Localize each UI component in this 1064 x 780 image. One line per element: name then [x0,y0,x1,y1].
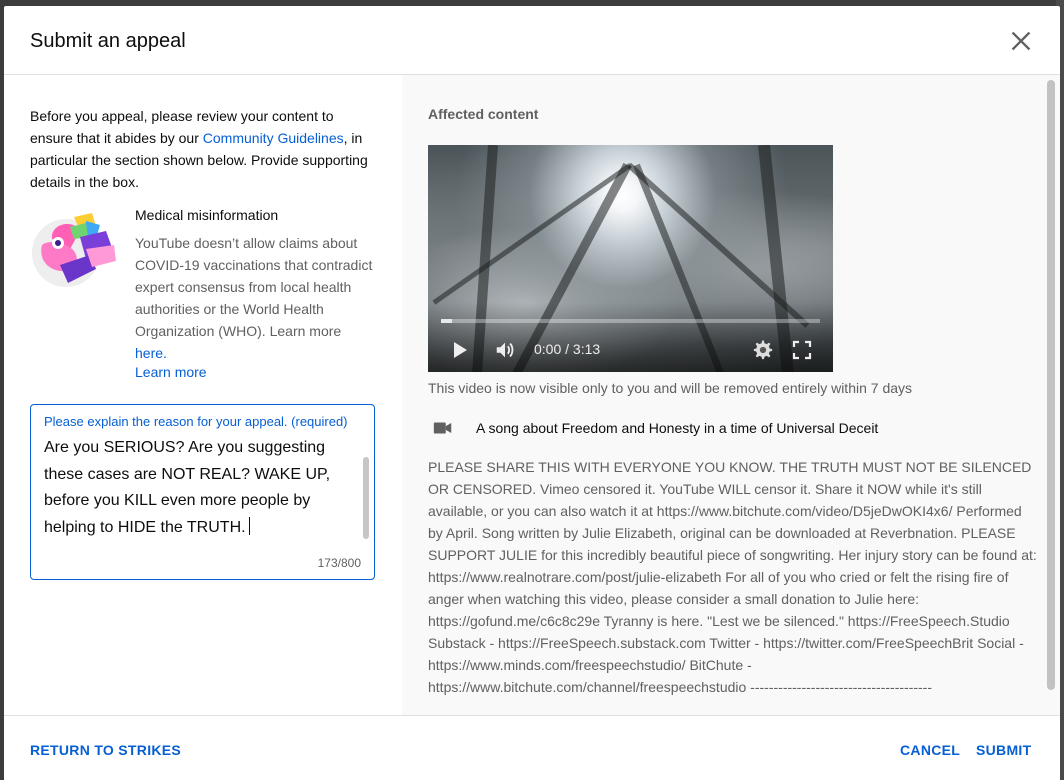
submit-button[interactable]: SUBMIT [976,742,1031,758]
right-panel-scrollbar[interactable] [1047,80,1055,690]
policy-description: YouTube doesn’t allow claims about COVID… [135,232,375,364]
appeal-scrollbar[interactable] [363,457,369,539]
dialog-footer: RETURN TO STRIKES CANCEL SUBMIT [4,715,1060,780]
dialog-title: Submit an appeal [30,30,186,52]
return-to-strikes-button[interactable]: RETURN TO STRIKES [30,742,181,758]
video-title: A song about Freedom and Honesty in a ti… [476,420,879,436]
policy-title: Medical misinformation [135,207,279,223]
text-caret [248,516,250,535]
settings-icon[interactable] [752,339,774,366]
volume-icon[interactable] [494,339,516,366]
video-progress-fill [441,319,453,323]
visibility-note: This video is now visible only to you an… [428,380,913,396]
video-description: PLEASE SHARE THIS WITH EVERYONE YOU KNOW… [428,459,1037,695]
cancel-button[interactable]: CANCEL [900,742,960,758]
video-frame-detail [432,162,632,305]
appeal-reason-value: Are you SERIOUS? Are you suggesting thes… [44,439,331,536]
appeal-reason-label: Please explain the reason for your appea… [44,414,348,429]
left-panel: Before you appeal, please review your co… [4,75,402,715]
character-counter: 173/800 [317,556,361,570]
fullscreen-icon[interactable] [792,340,812,365]
close-icon[interactable] [1008,28,1034,54]
video-player[interactable]: 0:00 / 3:13 [428,145,833,372]
video-progress-bar[interactable] [441,319,820,323]
appeal-reason-textarea[interactable]: Please explain the reason for your appea… [30,404,375,580]
learn-more-link[interactable]: Learn more [135,364,207,380]
here-link[interactable]: here [135,345,163,361]
appeal-reason-input[interactable]: Are you SERIOUS? Are you suggesting thes… [44,435,334,541]
medical-misinformation-illustration [30,209,120,289]
here-link-period: . [163,345,167,361]
affected-content-heading: Affected content [428,106,539,122]
video-time-display: 0:00 / 3:13 [534,341,601,357]
intro-text: Before you appeal, please review your co… [30,105,376,193]
policy-description-text: YouTube doesn’t allow claims about COVID… [135,235,373,339]
right-panel: Affected content 0:00 / 3:13 This video … [402,75,1060,715]
play-icon[interactable] [450,340,470,365]
community-guidelines-link[interactable]: Community Guidelines [203,130,344,146]
dialog-header: Submit an appeal [4,6,1060,75]
appeal-dialog: Submit an appeal Before you appeal, plea… [4,6,1060,780]
